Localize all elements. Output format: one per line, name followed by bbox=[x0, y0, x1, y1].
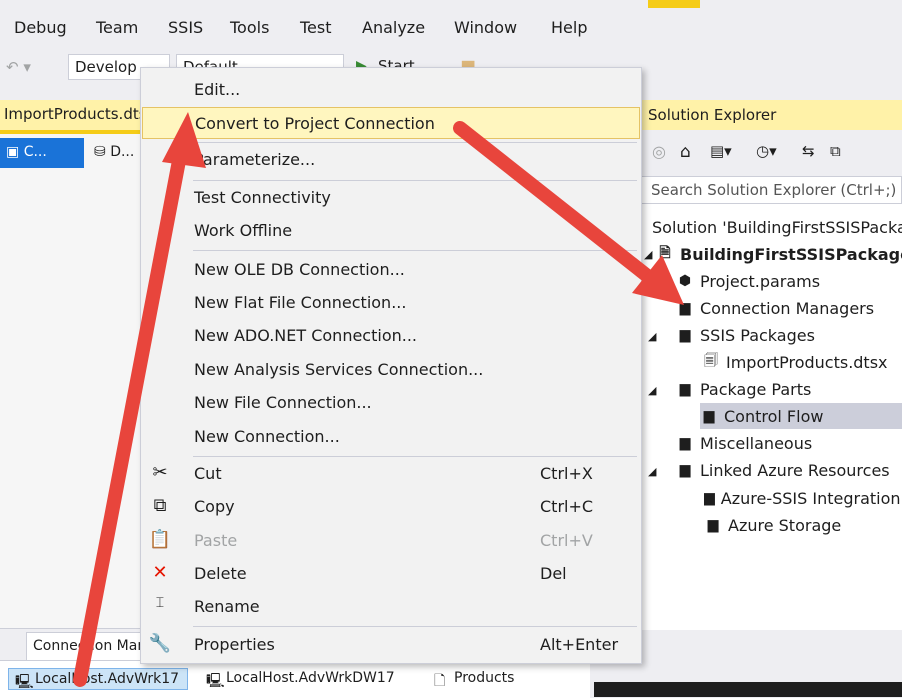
annotation-arrows bbox=[73, 112, 684, 687]
arrow-up-to-convert bbox=[73, 112, 206, 687]
arrow-to-connection-managers bbox=[453, 121, 684, 305]
